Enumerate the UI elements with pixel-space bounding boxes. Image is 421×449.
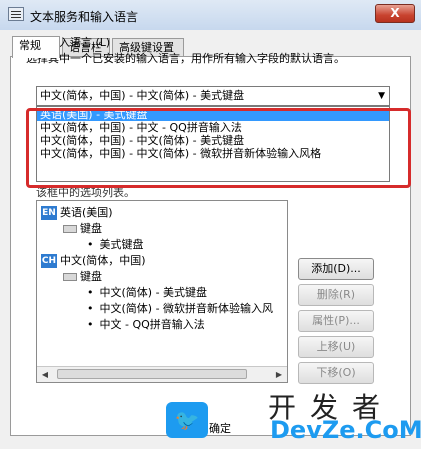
default-language-value: 中文(简体，中国) - 中文(简体) - 美式键盘 bbox=[40, 89, 245, 102]
installed-services-tree[interactable]: EN英语(美国) 键盘 美式键盘 CH中文(简体，中国) 键盘 中文(简体) -… bbox=[36, 200, 288, 383]
tree-keyboard-group[interactable]: 键盘 bbox=[63, 221, 102, 237]
move-up-button[interactable]: 上移(U) bbox=[298, 336, 374, 358]
properties-button[interactable]: 属性(P)... bbox=[298, 310, 374, 332]
close-button[interactable]: X bbox=[375, 4, 415, 23]
tree-item[interactable]: 中文 - QQ拼音输入法 bbox=[87, 317, 205, 333]
window-title: 文本服务和输入语言 bbox=[30, 10, 139, 24]
tree-keyboard-group[interactable]: 键盘 bbox=[63, 269, 102, 285]
language-badge-icon: EN bbox=[41, 206, 57, 220]
move-down-button[interactable]: 下移(O) bbox=[298, 362, 374, 384]
scrollbar-thumb[interactable] bbox=[57, 369, 247, 379]
default-language-description: 选择其中一个已安装的输入语言，用作所有输入字段的默认语言。 bbox=[26, 52, 345, 65]
tree-keyboard-label: 键盘 bbox=[80, 222, 102, 235]
scroll-right-icon[interactable]: ▶ bbox=[271, 367, 287, 382]
chevron-down-icon[interactable]: ▼ bbox=[378, 87, 385, 105]
tree-language-label: 英语(美国) bbox=[60, 206, 113, 219]
tree-item[interactable]: 美式键盘 bbox=[87, 237, 144, 253]
tree-language-label: 中文(简体，中国) bbox=[60, 254, 146, 267]
scroll-left-icon[interactable]: ◀ bbox=[37, 367, 53, 382]
tree-language-ch[interactable]: CH 中文(简体，中国) bbox=[41, 253, 146, 269]
tab-general[interactable]: 常规 bbox=[12, 36, 60, 58]
remove-button[interactable]: 删除(R) bbox=[298, 284, 374, 306]
tree-language-en[interactable]: EN 英语(美国) bbox=[41, 205, 113, 221]
tree-item[interactable]: 中文(简体) - 微软拼音新体验输入风 bbox=[87, 301, 274, 317]
highlight-annotation bbox=[26, 108, 411, 188]
window-icon bbox=[8, 7, 24, 21]
keyboard-icon bbox=[63, 225, 77, 233]
watermark-text-en: DevZe.CoM bbox=[270, 416, 421, 444]
tree-item[interactable]: 中文(简体) - 美式键盘 bbox=[87, 285, 208, 301]
add-button[interactable]: 添加(D)... bbox=[298, 258, 374, 280]
keyboard-icon bbox=[63, 273, 77, 281]
horizontal-scrollbar[interactable]: ◀ ▶ bbox=[37, 366, 287, 382]
ok-button[interactable]: 确定 bbox=[200, 418, 240, 440]
default-language-select[interactable]: 中文(简体，中国) - 中文(简体) - 美式键盘 ▼ bbox=[36, 86, 390, 106]
tree-keyboard-label: 键盘 bbox=[80, 270, 102, 283]
title-bar: 文本服务和输入语言 X bbox=[0, 0, 421, 31]
language-badge-icon: CH bbox=[41, 254, 57, 268]
